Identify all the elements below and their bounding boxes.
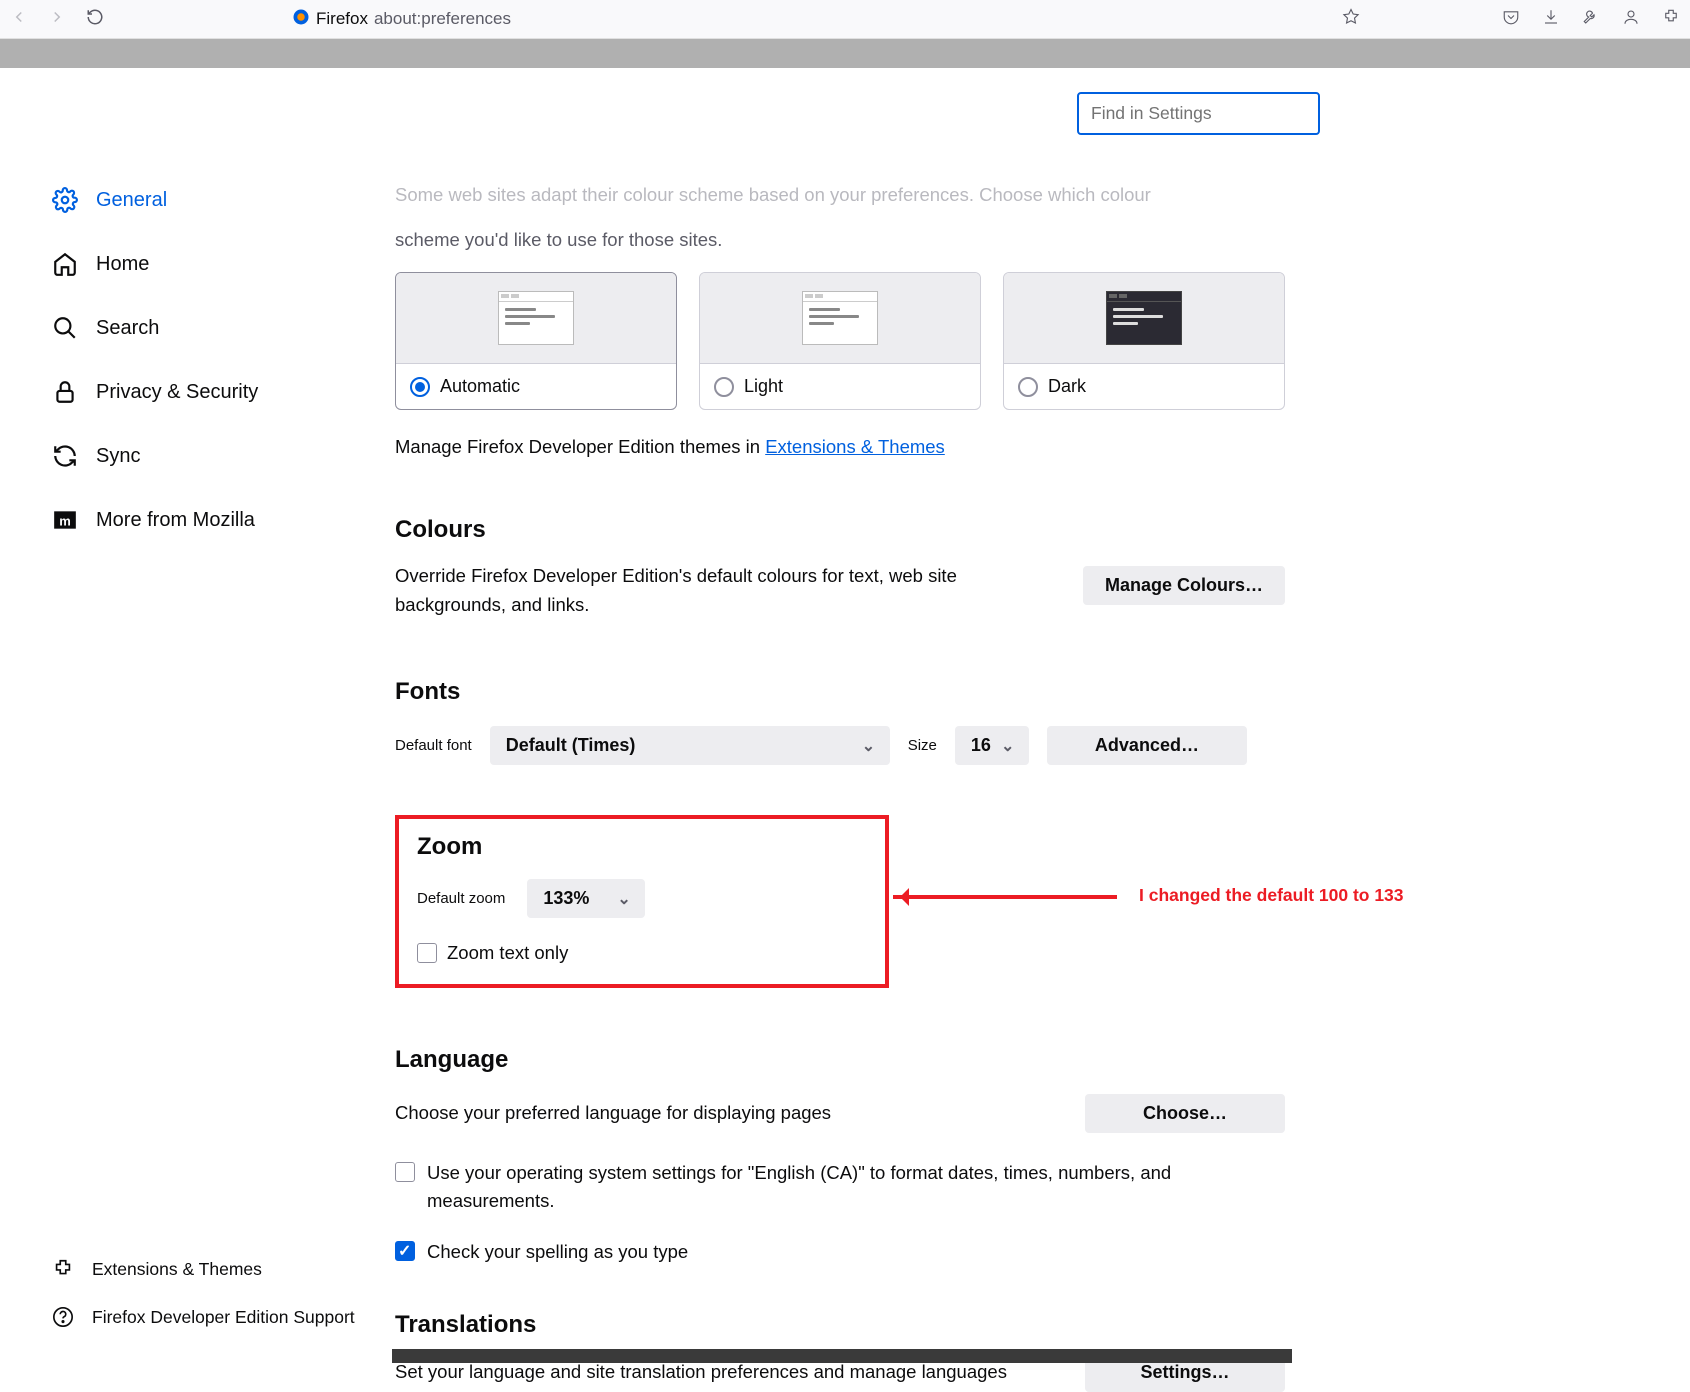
- section-zoom: Zoom: [417, 833, 867, 861]
- sidebar-item-more-mozilla[interactable]: m More from Mozilla: [0, 488, 395, 552]
- default-zoom-select[interactable]: 133%: [527, 879, 645, 918]
- os-settings-checkbox[interactable]: [395, 1162, 415, 1182]
- translations-desc: Set your language and site translation p…: [395, 1361, 1007, 1383]
- themes-text: Manage Firefox Developer Edition themes …: [395, 436, 1285, 458]
- radio-icon: [410, 377, 430, 397]
- section-translations: Translations: [395, 1311, 1285, 1339]
- puzzle-icon: [52, 1258, 74, 1280]
- radio-icon: [1018, 377, 1038, 397]
- search-icon: [52, 315, 78, 341]
- scheme-preview: [396, 273, 676, 363]
- section-colours: Colours: [395, 516, 1285, 544]
- star-icon[interactable]: [1342, 8, 1360, 30]
- appearance-desc: scheme you'd like to use for those sites…: [395, 226, 1285, 255]
- home-icon: [52, 251, 78, 277]
- sidebar-item-support[interactable]: Firefox Developer Edition Support: [0, 1293, 395, 1341]
- extensions-icon[interactable]: [1662, 8, 1680, 30]
- font-size-label: Size: [908, 737, 937, 754]
- sidebar-item-label: More from Mozilla: [96, 509, 255, 532]
- default-zoom-label: Default zoom: [417, 890, 505, 907]
- content-pane: Find in Settings Some web sites adapt th…: [395, 68, 1690, 1363]
- sidebar-item-label: Home: [96, 253, 149, 276]
- chevron-down-icon: [1001, 739, 1013, 751]
- pocket-icon[interactable]: [1502, 8, 1520, 30]
- reload-icon[interactable]: [86, 8, 104, 30]
- sidebar-item-label: Search: [96, 317, 159, 340]
- zoom-highlight-box: Zoom Default zoom 133% Zoom text only I …: [395, 815, 889, 988]
- radio-icon: [714, 377, 734, 397]
- tools-icon[interactable]: [1582, 8, 1600, 30]
- appearance-desc-cut: Some web sites adapt their colour scheme…: [395, 181, 1285, 210]
- scheme-label-text: Dark: [1048, 376, 1086, 397]
- lock-icon: [52, 379, 78, 405]
- sidebar-item-home[interactable]: Home: [0, 232, 395, 296]
- fonts-advanced-button[interactable]: Advanced…: [1047, 726, 1247, 765]
- sidebar-item-extensions[interactable]: Extensions & Themes: [0, 1245, 395, 1293]
- section-fonts: Fonts: [395, 678, 1285, 706]
- bottom-scrollbar-shadow: [392, 1349, 1292, 1363]
- help-icon: [52, 1306, 74, 1328]
- scheme-automatic[interactable]: Automatic: [395, 272, 677, 410]
- section-language: Language: [395, 1046, 1285, 1074]
- default-font-select[interactable]: Default (Times): [490, 726, 890, 765]
- zoom-text-only-checkbox[interactable]: [417, 943, 437, 963]
- toolbar-strip: [0, 39, 1690, 68]
- svg-text:m: m: [59, 513, 71, 528]
- manage-colours-button[interactable]: Manage Colours…: [1083, 566, 1285, 605]
- scheme-label-text: Light: [744, 376, 783, 397]
- search-input[interactable]: Find in Settings: [1077, 92, 1320, 135]
- language-desc: Choose your preferred language for displ…: [395, 1102, 831, 1124]
- downloads-icon[interactable]: [1542, 8, 1560, 30]
- gear-icon: [52, 187, 78, 213]
- default-font-label: Default font: [395, 737, 472, 754]
- sidebar-item-privacy[interactable]: Privacy & Security: [0, 360, 395, 424]
- zoom-text-only-label: Zoom text only: [447, 942, 568, 964]
- scheme-preview: [1004, 273, 1284, 363]
- back-icon[interactable]: [10, 8, 28, 30]
- sidebar-item-search[interactable]: Search: [0, 296, 395, 360]
- firefox-icon: [292, 8, 310, 31]
- os-settings-label: Use your operating system settings for "…: [427, 1159, 1285, 1216]
- sidebar-item-label: Extensions & Themes: [92, 1259, 262, 1280]
- scheme-dark[interactable]: Dark: [1003, 272, 1285, 410]
- scheme-label-text: Automatic: [440, 376, 520, 397]
- search-placeholder: Find in Settings: [1091, 103, 1212, 124]
- sidebar: General Home Search Privacy & Security S…: [0, 68, 395, 1363]
- scheme-light[interactable]: Light: [699, 272, 981, 410]
- scheme-preview: [700, 273, 980, 363]
- sidebar-item-label: Firefox Developer Edition Support: [92, 1307, 355, 1328]
- sidebar-item-label: Sync: [96, 445, 140, 468]
- themes-link[interactable]: Extensions & Themes: [765, 436, 945, 457]
- sidebar-item-label: Privacy & Security: [96, 381, 258, 404]
- sidebar-item-sync[interactable]: Sync: [0, 424, 395, 488]
- mozilla-icon: m: [52, 507, 78, 533]
- address-bar[interactable]: Firefox about:preferences: [292, 8, 511, 31]
- sidebar-item-label: General: [96, 189, 167, 212]
- spellcheck-label: Check your spelling as you type: [427, 1238, 688, 1267]
- spellcheck-checkbox[interactable]: [395, 1241, 415, 1261]
- sync-icon: [52, 443, 78, 469]
- url-text: about:preferences: [374, 9, 511, 29]
- language-choose-button[interactable]: Choose…: [1085, 1094, 1285, 1133]
- annotation-arrow: [893, 895, 1117, 899]
- account-icon[interactable]: [1622, 8, 1640, 30]
- font-size-select[interactable]: 16: [955, 726, 1029, 765]
- sidebar-item-general[interactable]: General: [0, 168, 395, 232]
- chevron-down-icon: [617, 892, 629, 904]
- chevron-down-icon: [862, 739, 874, 751]
- tab-label: Firefox: [316, 9, 368, 29]
- annotation-text: I changed the default 100 to 133: [1139, 885, 1404, 906]
- browser-chrome: Firefox about:preferences: [0, 0, 1690, 39]
- colours-desc: Override Firefox Developer Edition's def…: [395, 562, 1025, 619]
- forward-icon[interactable]: [48, 8, 66, 30]
